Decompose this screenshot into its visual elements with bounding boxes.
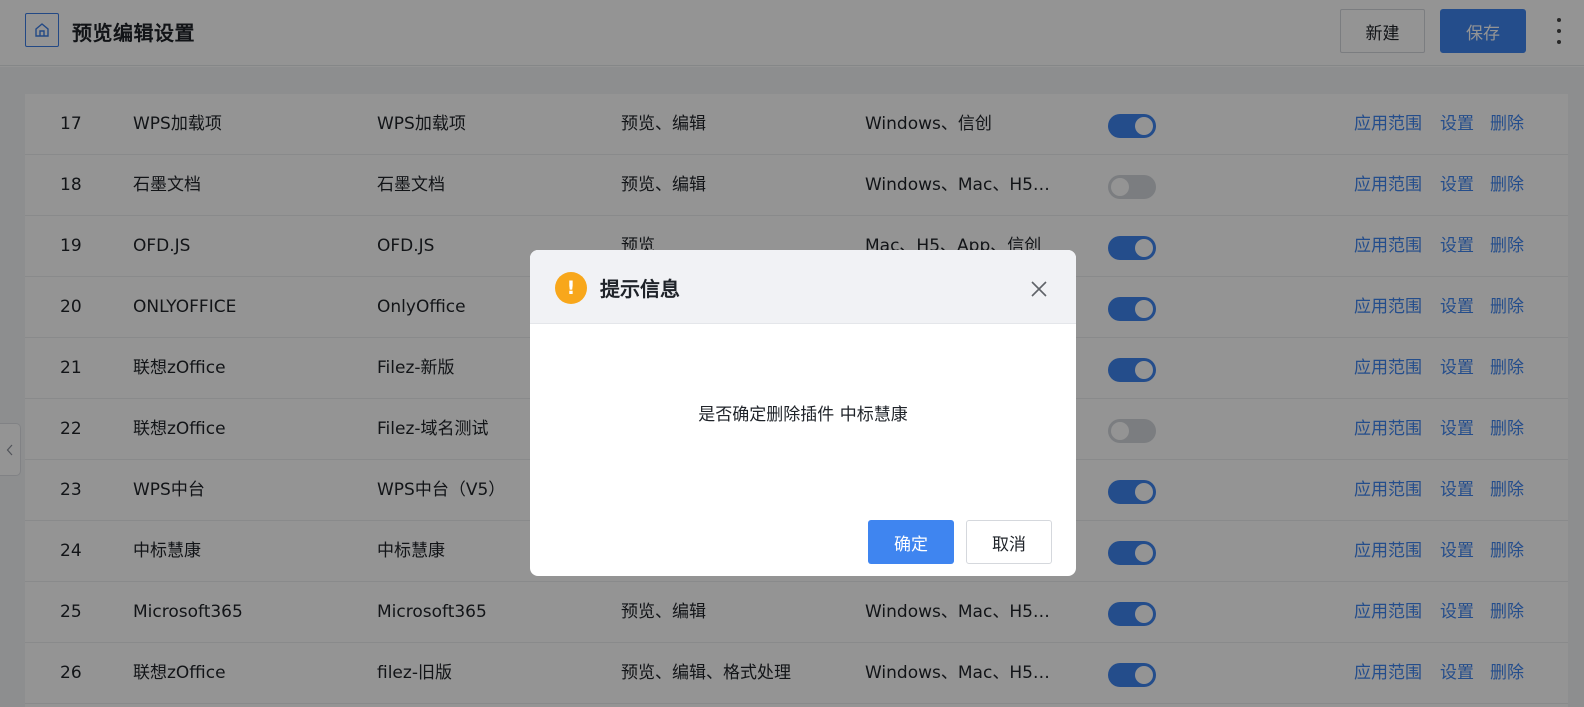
warning-icon: ! <box>555 272 587 304</box>
dialog-title: 提示信息 <box>600 277 680 301</box>
confirm-dialog: ! 提示信息 是否确定删除插件 中标慧康 确定 取消 <box>530 250 1076 576</box>
dialog-message: 是否确定删除插件 中标慧康 <box>698 405 908 425</box>
cancel-button[interactable]: 取消 <box>966 520 1052 564</box>
dialog-header: ! 提示信息 <box>530 250 1076 324</box>
page: 预览编辑设置 新建 保存 17 WPS加载项 WPS加载项 预览、编辑 Windows、… <box>0 0 1584 707</box>
close-icon[interactable] <box>1029 279 1049 299</box>
confirm-button[interactable]: 确定 <box>868 520 954 564</box>
